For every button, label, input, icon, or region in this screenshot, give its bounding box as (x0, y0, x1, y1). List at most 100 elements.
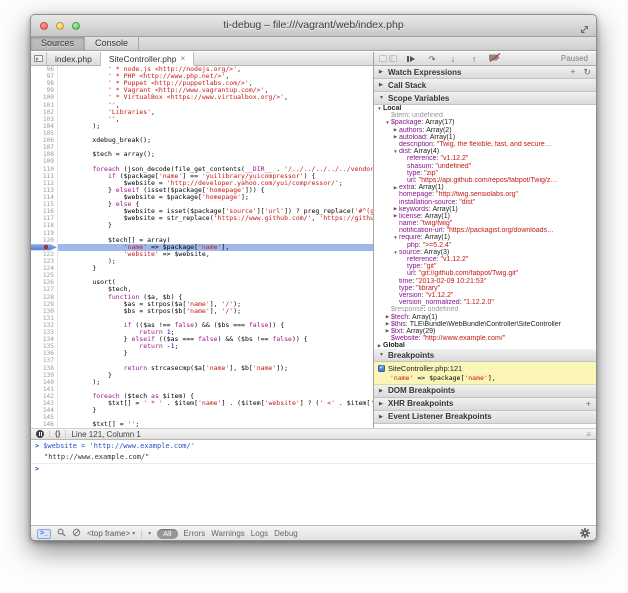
line-number[interactable]: 112 (31, 180, 58, 187)
chevron-right-icon[interactable]: ▶ (384, 328, 391, 334)
line-number[interactable]: 124 (31, 265, 58, 272)
chevron-right-icon[interactable]: ▶ (384, 314, 391, 320)
scope-tree-row[interactable]: version: "v1.12.2" (374, 292, 596, 299)
splitter-grip-icon[interactable]: ≡ (586, 430, 591, 439)
console-drawer[interactable]: > $website = 'http://www.example.com/' "… (31, 440, 596, 525)
pretty-print-icon[interactable]: {} (55, 431, 60, 438)
search-icon[interactable] (57, 528, 66, 539)
line-number[interactable]: 127 (31, 286, 58, 293)
chevron-right-icon[interactable]: ▶ (392, 206, 399, 212)
filter-logs-button[interactable]: Logs (251, 529, 268, 538)
line-number[interactable]: 111 (31, 173, 58, 180)
scope-tree-row[interactable]: ▼$package: Array(17) (374, 119, 596, 126)
line-number[interactable]: 142 (31, 393, 58, 400)
add-xhr-breakpoint-icon[interactable]: + (586, 399, 591, 409)
tab-console[interactable]: Console (85, 37, 139, 50)
line-number[interactable]: 101 (31, 102, 58, 109)
line-number[interactable]: 113 (31, 187, 58, 194)
scope-tree-row[interactable]: $website: "http://www.example.com/" (374, 335, 596, 342)
deactivate-breakpoints-button[interactable] (488, 53, 502, 65)
line-number[interactable]: 145 (31, 414, 58, 421)
filter-all-button[interactable]: All (157, 529, 177, 539)
close-tab-icon[interactable]: × (180, 54, 185, 63)
show-navigator-button[interactable] (31, 52, 47, 65)
breakpoint-entry[interactable]: ✓ SiteController.php:121 'name' => $pack… (374, 362, 596, 385)
scope-tree-row[interactable]: reference: "v1.12.2" (374, 256, 596, 263)
step-out-button[interactable]: ↑ (467, 53, 481, 65)
line-number[interactable]: 123 (31, 258, 58, 265)
resume-button[interactable] (404, 56, 418, 62)
line-number[interactable]: 141 (31, 386, 58, 393)
scope-tree-row[interactable]: name: "twig/twig" (374, 220, 596, 227)
settings-gear-icon[interactable] (580, 528, 590, 540)
scope-tree-row[interactable]: time: "2013-02-09 10:21:53" (374, 278, 596, 285)
scope-tree-row[interactable]: type: "git" (374, 263, 596, 270)
step-over-button[interactable]: ↷ (425, 53, 439, 65)
filter-warnings-button[interactable]: Warnings (211, 529, 245, 538)
scope-tree-row[interactable]: php: ">=5.2.4" (374, 242, 596, 249)
line-number[interactable]: 117 (31, 215, 58, 222)
scope-variables-header[interactable]: ▼ Scope Variables (374, 92, 596, 105)
scope-tree-row[interactable]: ▶keywords: Array(1) (374, 206, 596, 213)
clear-console-icon[interactable] (72, 528, 81, 539)
scope-tree-row[interactable]: ▼dist: Array(4) (374, 148, 596, 155)
xhr-breakpoints-header[interactable]: ▶ XHR Breakpoints + (374, 398, 596, 411)
line-number[interactable]: 136 (31, 350, 58, 357)
scope-tree-row[interactable]: notification-url: "https://packagist.org… (374, 227, 596, 234)
line-number[interactable]: 128 (31, 294, 58, 301)
chevron-down-icon[interactable]: ▼ (384, 120, 391, 125)
line-number[interactable]: 134 (31, 336, 58, 343)
line-number[interactable]: 99 (31, 87, 58, 94)
watch-expressions-header[interactable]: ▶ Watch Expressions + ↻ (374, 66, 596, 79)
line-number[interactable]: 139 (31, 372, 58, 379)
scope-tree-row[interactable]: ▶$this: TLE\Bundle\WebBundle\Controller\… (374, 321, 596, 328)
line-number[interactable]: 104 (31, 123, 58, 130)
line-number[interactable]: 131 (31, 315, 58, 322)
breakpoints-header[interactable]: ▼ Breakpoints (374, 349, 596, 362)
line-number[interactable]: 138 (31, 365, 58, 372)
chevron-down-icon[interactable]: ▼ (392, 250, 399, 255)
step-into-button[interactable]: ↓ (446, 53, 460, 65)
scope-tree-row[interactable]: version_normalized: "1.12.2.0" (374, 299, 596, 306)
scope-tree-row[interactable]: reference: "v1.12.2" (374, 155, 596, 162)
line-number[interactable]: 102 (31, 109, 58, 116)
toggle-console-icon[interactable]: >_ (37, 529, 51, 539)
scope-tree-row[interactable]: $item: undefined (374, 112, 596, 119)
scope-tree-row[interactable]: ▶authors: Array(2) (374, 127, 596, 134)
filter-caret-icon[interactable]: ▾ (148, 530, 151, 537)
chevron-down-icon[interactable]: ▼ (392, 235, 399, 240)
scope-tree-row[interactable]: ▶license: Array(1) (374, 213, 596, 220)
chevron-right-icon[interactable]: ▶ (392, 134, 399, 140)
scope-tree-row[interactable]: ▼Local (374, 105, 596, 112)
line-number[interactable]: 116 (31, 208, 58, 215)
scope-tree-row[interactable]: ▶$txt: Array(29) (374, 328, 596, 335)
line-number[interactable] (31, 244, 58, 251)
chevron-right-icon[interactable]: ▶ (392, 127, 399, 133)
breakpoint-checkbox[interactable]: ✓ (378, 365, 385, 372)
scope-tree-row[interactable]: homepage: "http://twig.sensiolabs.org" (374, 191, 596, 198)
line-number[interactable]: 118 (31, 222, 58, 229)
line-number[interactable]: 105 (31, 130, 58, 137)
line-number[interactable]: 130 (31, 308, 58, 315)
line-number[interactable]: 120 (31, 237, 58, 244)
line-number[interactable]: 143 (31, 400, 58, 407)
scope-tree-row[interactable]: ▼require: Array(1) (374, 234, 596, 241)
line-number[interactable]: 110 (31, 166, 58, 173)
scope-tree-row[interactable]: url: "https://api.github.com/repos/fabpo… (374, 177, 596, 184)
chevron-down-icon[interactable]: ▼ (392, 149, 399, 154)
line-number[interactable]: 122 (31, 251, 58, 258)
scope-tree-row[interactable]: url: "git://github.com/fabpot/Twig.git" (374, 270, 596, 277)
line-number[interactable]: 106 (31, 137, 58, 144)
pause-on-exceptions-icon[interactable] (36, 430, 44, 438)
scope-tree-row[interactable]: ▶Global (374, 342, 596, 349)
line-number[interactable]: 114 (31, 194, 58, 201)
line-number[interactable]: 132 (31, 322, 58, 329)
scope-tree-row[interactable]: ▼source: Array(3) (374, 249, 596, 256)
chevron-right-icon[interactable]: ▶ (376, 343, 383, 349)
event-listener-breakpoints-header[interactable]: ▶ Event Listener Breakpoints (374, 411, 596, 424)
line-number[interactable]: 103 (31, 116, 58, 123)
line-number[interactable]: 98 (31, 80, 58, 87)
filter-debug-button[interactable]: Debug (274, 529, 298, 538)
scope-tree-row[interactable]: ▶autoload: Array(1) (374, 134, 596, 141)
chevron-down-icon[interactable]: ▼ (376, 106, 383, 111)
